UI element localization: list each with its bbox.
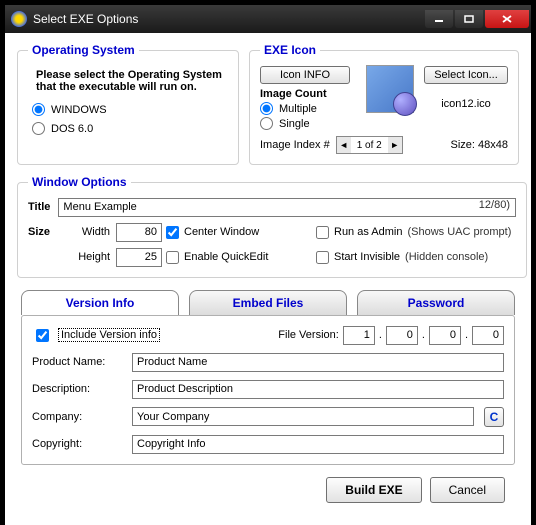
titlebar: Select EXE Options — [5, 5, 531, 33]
stepper-value: 1 of 2 — [351, 140, 388, 151]
start-invisible-check[interactable]: Start Invisible — [316, 251, 400, 264]
winopts-legend: Window Options — [28, 175, 131, 189]
icon-filename: icon12.ico — [424, 98, 508, 110]
product-name-input[interactable] — [132, 353, 504, 372]
file-version-3[interactable] — [429, 326, 461, 345]
icon-size-label: Size: 48x48 — [451, 139, 508, 151]
company-input[interactable] — [132, 407, 474, 426]
radio-single[interactable]: Single — [260, 117, 356, 130]
enable-quickedit-check[interactable]: Enable QuickEdit — [166, 251, 316, 264]
height-input[interactable] — [116, 248, 162, 267]
run-as-admin-note: (Shows UAC prompt) — [407, 226, 511, 238]
radio-multiple-input[interactable] — [260, 102, 273, 115]
title-label: Title — [28, 201, 50, 213]
window-options-group: Window Options Title 12/80) Size Width C… — [17, 175, 527, 278]
icon-info-button[interactable]: Icon INFO — [260, 66, 350, 84]
app-icon — [11, 11, 27, 27]
description-label: Description: — [32, 383, 122, 395]
image-index-label: Image Index # — [260, 139, 330, 151]
build-exe-button[interactable]: Build EXE — [326, 477, 421, 503]
description-input[interactable] — [132, 380, 504, 399]
center-window-check[interactable]: Center Window — [166, 226, 316, 239]
radio-multiple[interactable]: Multiple — [260, 102, 356, 115]
radio-windows-label: WINDOWS — [51, 104, 107, 116]
file-version-label: File Version: — [278, 329, 339, 341]
os-instruction: Please select the Operating System that … — [36, 69, 228, 93]
radio-dos-label: DOS 6.0 — [51, 123, 93, 135]
title-input[interactable] — [58, 198, 516, 217]
radio-dos-input[interactable] — [32, 122, 45, 135]
company-label: Company: — [32, 411, 122, 423]
exe-icon-group: EXE Icon Icon INFO Image Count Multiple … — [249, 43, 519, 165]
image-index-stepper[interactable]: ◄ 1 of 2 ► — [336, 136, 403, 154]
include-version-label: Include Version info — [58, 328, 160, 342]
tab-password[interactable]: Password — [357, 290, 515, 315]
radio-dos[interactable]: DOS 6.0 — [32, 122, 228, 135]
maximize-button[interactable] — [455, 10, 483, 28]
os-legend: Operating System — [28, 43, 139, 57]
close-button[interactable] — [485, 10, 529, 28]
file-version-4[interactable] — [472, 326, 504, 345]
copyright-input[interactable] — [132, 435, 504, 454]
version-info-panel: Include Version info File Version: . . .… — [21, 315, 515, 465]
copyright-label: Copyright: — [32, 438, 122, 450]
company-clear-button[interactable]: C — [484, 407, 504, 427]
operating-system-group: Operating System Please select the Opera… — [17, 43, 239, 165]
width-input[interactable] — [116, 223, 162, 242]
radio-windows-input[interactable] — [32, 103, 45, 116]
cancel-button[interactable]: Cancel — [430, 477, 505, 503]
image-count-label: Image Count — [260, 88, 356, 100]
file-version-1[interactable] — [343, 326, 375, 345]
title-char-count: 12/80) — [477, 199, 512, 211]
radio-windows[interactable]: WINDOWS — [32, 103, 228, 116]
stepper-next-button[interactable]: ► — [388, 137, 402, 153]
minimize-button[interactable] — [425, 10, 453, 28]
stepper-prev-button[interactable]: ◄ — [337, 137, 351, 153]
size-label: Size — [28, 226, 68, 238]
width-label: Width — [68, 226, 116, 238]
tab-embed-files[interactable]: Embed Files — [189, 290, 347, 315]
run-as-admin-check[interactable]: Run as Admin — [316, 226, 402, 239]
product-name-label: Product Name: — [32, 356, 122, 368]
include-version-check[interactable] — [36, 329, 49, 342]
icon-preview — [366, 65, 414, 113]
radio-single-label: Single — [279, 118, 310, 130]
radio-single-input[interactable] — [260, 117, 273, 130]
radio-multiple-label: Multiple — [279, 103, 317, 115]
select-icon-button[interactable]: Select Icon... — [424, 66, 508, 84]
file-version-2[interactable] — [386, 326, 418, 345]
icon-legend: EXE Icon — [260, 43, 320, 57]
height-label: Height — [68, 251, 116, 263]
start-invisible-note: (Hidden console) — [405, 251, 488, 263]
window-title: Select EXE Options — [33, 12, 425, 26]
tab-version-info[interactable]: Version Info — [21, 290, 179, 315]
